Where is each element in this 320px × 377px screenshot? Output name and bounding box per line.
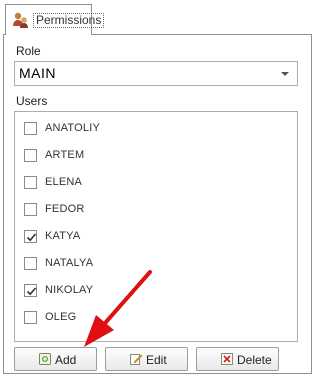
user-name: ANATOLIY	[45, 122, 100, 134]
add-icon	[39, 353, 51, 365]
tab-permissions[interactable]: Permissions	[5, 4, 105, 35]
edit-icon	[130, 354, 143, 365]
list-item[interactable]: ANATOLIY	[23, 118, 283, 145]
users-label: Users	[16, 94, 48, 108]
delete-button[interactable]: Delete	[196, 347, 279, 371]
list-item[interactable]: NIKOLAY	[23, 280, 283, 307]
checkmark-icon	[26, 287, 37, 296]
user-checkbox[interactable]	[24, 176, 37, 189]
add-button[interactable]: Add	[14, 347, 97, 371]
role-select-value: MAIN	[19, 65, 56, 81]
user-name: FEDOR	[45, 203, 85, 215]
edit-button-label: Edit	[146, 353, 167, 367]
user-checkbox[interactable]	[24, 122, 37, 135]
list-item[interactable]: OLEG	[23, 307, 283, 334]
delete-icon	[221, 353, 233, 365]
user-checkbox[interactable]	[24, 230, 37, 243]
add-button-label: Add	[55, 353, 77, 367]
user-checkbox[interactable]	[24, 311, 37, 324]
delete-button-label: Delete	[237, 353, 272, 367]
user-checkbox[interactable]	[24, 257, 37, 270]
list-item[interactable]: KATYA	[23, 226, 283, 253]
user-checkbox[interactable]	[24, 284, 37, 297]
list-item[interactable]: ELENA	[23, 172, 283, 199]
checkmark-icon	[26, 233, 37, 242]
user-checkbox[interactable]	[24, 149, 37, 162]
user-name: NIKOLAY	[45, 284, 94, 296]
users-list: ANATOLIY ARTEM ELENA FEDOR KATYA NATALYA…	[14, 111, 298, 342]
user-name: KATYA	[45, 230, 81, 242]
role-select[interactable]: MAIN	[14, 61, 298, 86]
user-name: ARTEM	[45, 149, 85, 161]
chevron-down-icon[interactable]	[281, 72, 289, 76]
edit-button[interactable]: Edit	[105, 347, 188, 371]
role-label: Role	[16, 44, 41, 58]
user-name: OLEG	[45, 311, 77, 323]
users-key-icon	[13, 12, 28, 28]
list-item[interactable]: FEDOR	[23, 199, 283, 226]
user-name: ELENA	[45, 176, 83, 188]
user-name: NATALYA	[45, 257, 94, 269]
list-item[interactable]: NATALYA	[23, 253, 283, 280]
list-item[interactable]: ARTEM	[23, 145, 283, 172]
tab-label: Permissions	[33, 13, 105, 28]
user-checkbox[interactable]	[24, 203, 37, 216]
